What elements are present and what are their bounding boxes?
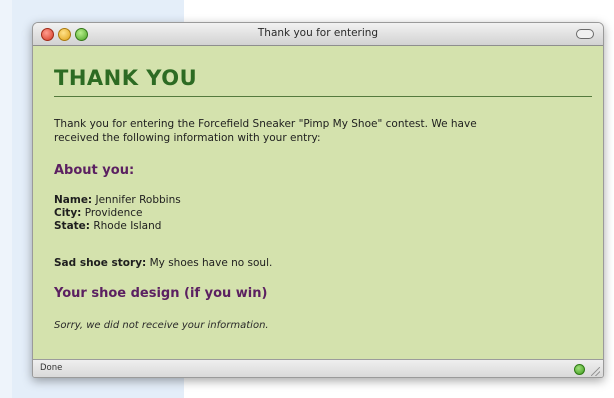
intro-paragraph: Thank you for entering the Forcefield Sn… xyxy=(54,117,590,145)
security-status-icon[interactable] xyxy=(574,364,585,375)
page-heading: THANK YOU xyxy=(54,66,198,90)
about-heading: About you: xyxy=(54,163,135,178)
heading-divider xyxy=(54,96,592,97)
intro-line-2: received the following information with … xyxy=(54,132,321,144)
background-panel-stripe xyxy=(0,0,12,398)
entry-details: Name: Jennifer Robbins City: Providence … xyxy=(54,194,181,233)
window-title: Thank you for entering xyxy=(257,27,379,39)
state-label: State: xyxy=(54,220,91,232)
state-value: Rhode Island xyxy=(93,220,162,232)
toolbar-toggle-button[interactable] xyxy=(576,29,594,39)
name-value: Jennifer Robbins xyxy=(95,194,181,206)
design-heading: Your shoe design (if you win) xyxy=(54,286,268,301)
design-message: Sorry, we did not receive your informati… xyxy=(54,320,269,331)
story-value: My shoes have no soul. xyxy=(149,257,273,269)
status-bar: Done xyxy=(33,359,603,377)
city-label: City: xyxy=(54,207,82,219)
city-value: Providence xyxy=(84,207,143,219)
title-bar[interactable]: Thank you for entering xyxy=(33,23,603,46)
status-text: Done xyxy=(40,363,63,373)
shoe-story: Sad shoe story: My shoes have no soul. xyxy=(54,257,272,269)
intro-line-1: Thank you for entering the Forcefield Sn… xyxy=(54,118,477,130)
name-label: Name: xyxy=(54,194,93,206)
story-label: Sad shoe story: xyxy=(54,257,147,269)
resize-grip[interactable] xyxy=(591,367,600,376)
